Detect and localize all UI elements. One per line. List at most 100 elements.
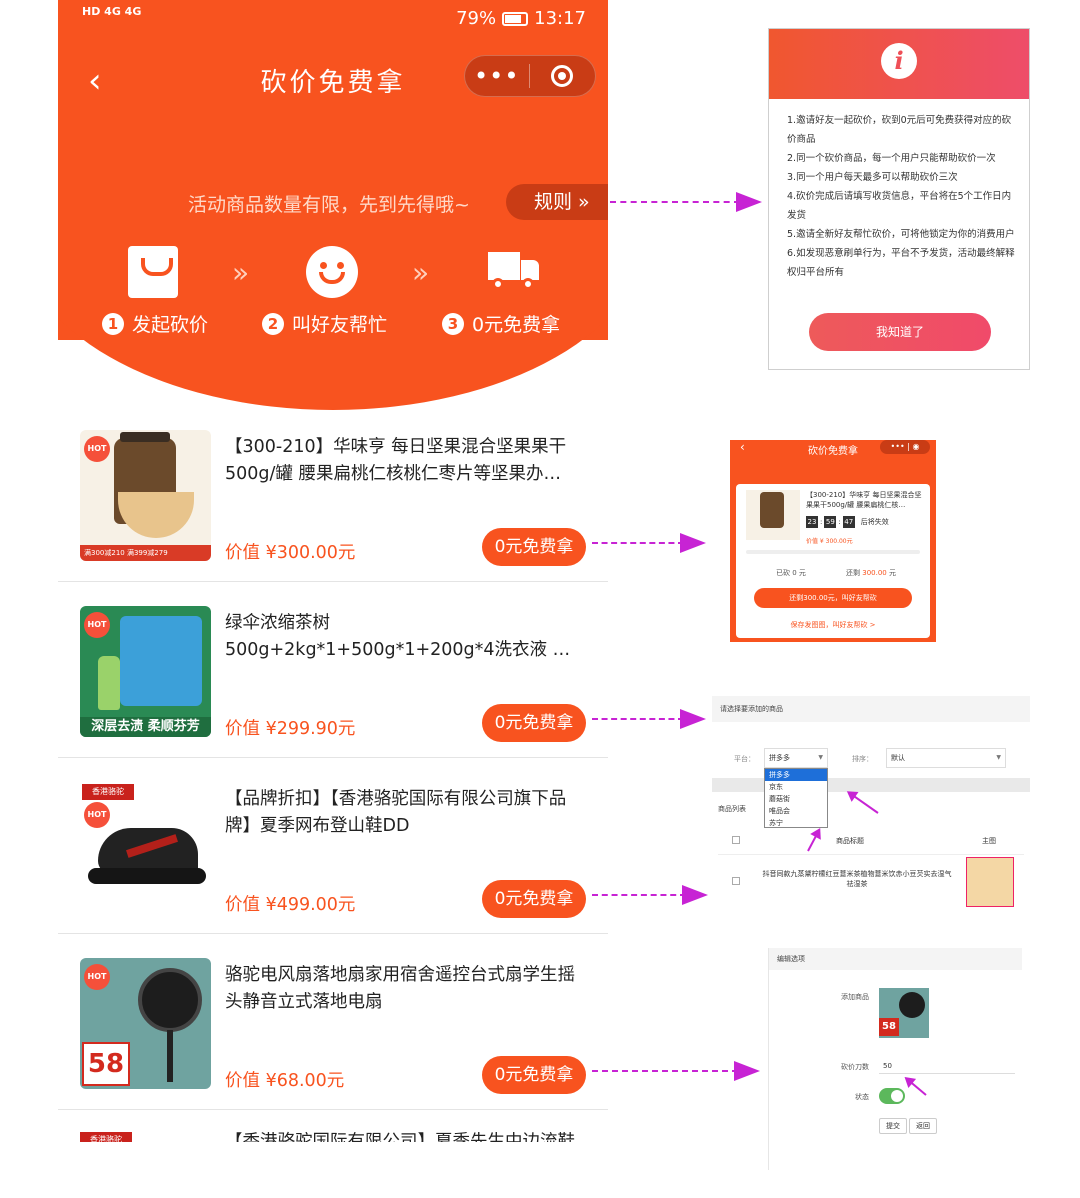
status-left: HD 4G 4G xyxy=(82,6,141,17)
status-toggle[interactable] xyxy=(879,1088,905,1104)
invite-friend-button[interactable]: 还剩300.00元，叫好友帮砍 xyxy=(754,588,912,608)
product-item[interactable]: 满300减210 满399减279 HOT 【300-210】华味亨 每日坚果混… xyxy=(58,406,608,582)
smile-mouth xyxy=(319,272,345,284)
product-price: 价值 ¥299.90元 xyxy=(225,719,356,739)
arrow-head xyxy=(736,192,762,212)
panel-header: 编辑选项 xyxy=(769,948,1022,970)
arrow-head xyxy=(682,885,708,905)
truck-cab xyxy=(521,260,539,280)
product-thumbnail: 深层去渍 柔顺芬芳 HOT xyxy=(80,606,211,737)
shopping-bag-icon xyxy=(128,246,178,298)
miniprogram-capsule: ••• xyxy=(464,55,596,97)
step-label: 叫好友帮忙 xyxy=(292,314,388,336)
fan-pole xyxy=(167,1030,173,1082)
platform-select[interactable]: 拼多多 ▼ xyxy=(764,748,828,768)
sort-label: 排序： xyxy=(852,755,873,763)
free-take-button[interactable]: 0元免费拿 xyxy=(482,880,586,918)
more-icon[interactable]: ••• xyxy=(465,64,529,88)
clock: 13:17 xyxy=(534,8,586,29)
shoe-sole xyxy=(88,868,206,884)
chevron-icon: » xyxy=(412,256,430,289)
row-thumbnail xyxy=(966,857,1014,907)
countdown-minutes: 59 xyxy=(824,516,837,528)
rule-item: 4.砍价完成后请填写收货信息，平台将在5个工作日内发货 xyxy=(787,191,1012,221)
eye-right xyxy=(337,262,344,269)
dropdown-option[interactable]: 京东 xyxy=(765,781,827,793)
sort-select[interactable]: 默认 ▼ xyxy=(886,748,1006,768)
hot-badge: HOT xyxy=(84,802,110,828)
table-row[interactable]: 抖音同款九蒸黛柠檬红豆薏米茶植物薏米饮赤小豆芡实去湿气祛湿茶 xyxy=(718,854,1024,908)
close-miniprogram-button[interactable] xyxy=(530,65,596,87)
free-take-button[interactable]: 0元免费拿 xyxy=(482,528,586,566)
toolbar-strip xyxy=(712,778,1030,792)
panel-header: 请选择要添加的商品 xyxy=(712,696,1030,722)
arrow-line xyxy=(592,718,684,720)
got-it-button[interactable]: 我知道了 xyxy=(809,313,991,351)
product-thumbnail xyxy=(746,490,800,540)
status-right: 79% 13:17 xyxy=(456,8,586,29)
product-title: 【品牌折扣】【香港骆驼国际有限公司旗下品牌】夏季网布登山鞋DD xyxy=(225,789,567,836)
dialog-header: i xyxy=(769,29,1029,99)
remain-value: 300.00 xyxy=(862,569,887,577)
product-price: 价值 ¥ 300.00元 xyxy=(806,538,853,545)
status-label: 状态 xyxy=(855,1093,869,1101)
promo-band: 深层去渍 柔顺芬芳 xyxy=(80,717,211,737)
step-2: 2 叫好友帮忙 xyxy=(262,310,387,337)
step-number: 2 xyxy=(262,312,284,335)
arrow-head xyxy=(734,1061,760,1081)
dropdown-option[interactable]: 唯品会 xyxy=(765,805,827,817)
sort-value: 默认 xyxy=(891,754,905,762)
countdown: 23: 59: 47 后将失效 xyxy=(806,516,889,528)
cut-amount: 已砍 0 元 xyxy=(776,569,806,577)
product-title: 【300-210】华味亨 每日坚果混合坚果果干500g/罐 腰果扁桃仁核… xyxy=(806,491,922,509)
brand-tag: 香港骆驼 xyxy=(80,1132,132,1142)
rule-item: 2.同一个砍价商品，每一个用户只能帮助砍价一次 xyxy=(787,153,996,164)
arrow-to-share xyxy=(592,533,706,553)
product-item-partial[interactable]: 香港骆驼 【香港骆驼国际有限公司】夏季先生中边流鞋 xyxy=(58,1112,608,1142)
submit-button[interactable]: 提交 xyxy=(879,1118,907,1134)
row-checkbox[interactable] xyxy=(732,877,740,885)
platform-dropdown[interactable]: 拼多多 京东 蘑菇街 唯品会 苏宁 xyxy=(764,768,828,828)
hot-badge: HOT xyxy=(84,436,110,462)
brand-tag: 香港骆驼 xyxy=(82,784,134,800)
truck-wheel xyxy=(522,278,534,290)
arrow-to-select-row xyxy=(592,885,708,905)
column-title: 商品标题 xyxy=(836,837,864,845)
detergent-pack xyxy=(120,616,202,706)
product-price: 价值 ¥499.00元 xyxy=(225,895,356,915)
edit-options-panel: 编辑选项 添加商品 58 砍价刀数 50 状态 提交 返回 xyxy=(768,948,1022,1170)
smile-icon xyxy=(306,246,358,298)
free-take-button[interactable]: 0元免费拿 xyxy=(482,704,586,742)
promo-band: 满300减210 满399减279 xyxy=(80,545,211,561)
network-indicator: HD 4G 4G xyxy=(82,5,142,18)
product-item[interactable]: 58 HOT 骆驼电风扇落地扇家用宿舍遥控台式扇学生摇头静音立式落地电扇 价值 … xyxy=(58,934,608,1110)
fan-blade xyxy=(899,992,925,1018)
bargain-header: HD 4G 4G 79% 13:17 ‹ 砍价免费拿 ••• 活动商品数量有限，… xyxy=(58,0,608,410)
product-thumbnail: 香港骆驼 HOT xyxy=(80,782,211,913)
truck-icon xyxy=(488,252,540,290)
countdown-suffix: 后将失效 xyxy=(860,518,889,526)
product-item[interactable]: 深层去渍 柔顺芬芳 HOT 绿伞浓缩茶树500g+2kg*1+500g*1+20… xyxy=(58,582,608,758)
cuts-label: 砍价刀数 xyxy=(841,1063,869,1071)
chevron-icon: » xyxy=(232,256,250,289)
rules-dialog: i 1.邀请好友一起砍价，砍到0元后可免费获得对应的砍价商品 2.同一个砍价商品… xyxy=(768,28,1030,370)
miniprogram-capsule[interactable]: ••• | ◉ xyxy=(880,440,930,454)
back-button[interactable]: 返回 xyxy=(909,1118,937,1134)
select-all-checkbox[interactable] xyxy=(732,836,740,844)
save-poster-link[interactable]: 保存发图图，叫好友帮砍 > xyxy=(736,620,930,630)
rules-button[interactable]: 规则 » xyxy=(506,184,608,220)
selected-product-thumbnail[interactable]: 58 xyxy=(879,988,929,1038)
product-item[interactable]: 香港骆驼 HOT 【品牌折扣】【香港骆驼国际有限公司旗下品牌】夏季网布登山鞋DD… xyxy=(58,758,608,934)
countdown-seconds: 47 xyxy=(842,516,855,528)
free-take-button[interactable]: 0元免费拿 xyxy=(482,1056,586,1094)
cuts-input[interactable]: 50 xyxy=(879,1058,1015,1074)
step-label: 发起砍价 xyxy=(132,314,209,336)
step-number: 1 xyxy=(102,312,124,335)
dropdown-option[interactable]: 蘑菇街 xyxy=(765,793,827,805)
truck-box xyxy=(488,252,520,280)
arrow-to-select xyxy=(592,709,706,729)
chevron-down-icon: ▼ xyxy=(818,754,823,761)
dropdown-option[interactable]: 拼多多 xyxy=(765,769,827,781)
price-tag: 58 xyxy=(879,1018,899,1036)
info-icon: i xyxy=(881,43,917,79)
